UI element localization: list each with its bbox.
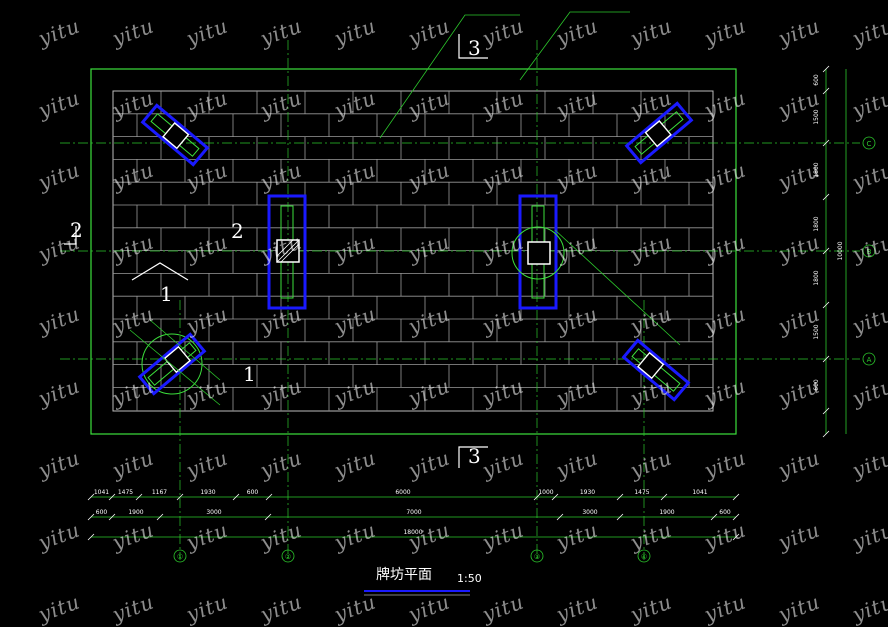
- dimension-label: 7000: [406, 509, 421, 516]
- brick-paving-pattern: [113, 91, 713, 411]
- section-mark-top: 3: [468, 36, 481, 60]
- dimension-label: 600: [247, 489, 259, 496]
- dimension-label: 1475: [118, 489, 133, 496]
- dimension-label: 1800: [813, 270, 820, 285]
- axis-label: ①: [177, 553, 183, 561]
- dimension-label: 1500: [813, 109, 820, 124]
- dimension-total: 18000: [403, 529, 422, 536]
- dimension-label: 600: [813, 379, 820, 391]
- axis-label: B: [867, 248, 872, 256]
- dimension-label: 1930: [580, 489, 595, 496]
- axis-label: ②: [285, 553, 291, 561]
- dimension-label: 1041: [94, 489, 109, 496]
- dimension-label: 1800: [813, 162, 820, 177]
- dimension-label: 1000: [538, 489, 553, 496]
- section-mark-bottom: 3: [468, 444, 481, 468]
- axis-lines: [60, 40, 860, 560]
- column-bottom-left: [137, 332, 207, 396]
- floor-plan-drawing: 1041 1475 1167 1930 600 6000 1000 1930 1475 1041 6…: [60, 11, 876, 596]
- dimension-label: 1900: [128, 509, 143, 516]
- drawing-scale: 1:50: [457, 572, 482, 585]
- leader-lines: [129, 11, 681, 406]
- dimension-label: 1930: [200, 489, 215, 496]
- axis-label: C: [867, 140, 872, 148]
- dimension-label: 600: [96, 509, 108, 516]
- axis-bubbles: ① ② ③ ④ A B C: [173, 136, 876, 563]
- dimension-label: 600: [719, 509, 731, 516]
- column-top-right: [624, 101, 694, 165]
- column-right-center: [511, 194, 565, 310]
- dimension-label: 1041: [692, 489, 707, 496]
- axis-label: ④: [641, 553, 647, 561]
- axis-label: A: [867, 356, 872, 364]
- dimension-label: 1900: [659, 509, 674, 516]
- axis-label: ③: [534, 553, 540, 561]
- dimension-ticks: [87, 65, 830, 541]
- dimension-label: 3000: [582, 509, 597, 516]
- dimension-label: 1167: [152, 489, 167, 496]
- dimension-label: 1500: [813, 324, 820, 339]
- dimension-label: 600: [813, 74, 820, 86]
- drawing-title: 牌坊平面: [376, 567, 432, 583]
- column-bottom-right: [621, 338, 691, 402]
- section-mark-mid: 2: [231, 219, 244, 243]
- dimension-total: 10000: [837, 241, 844, 260]
- platform-outline: [90, 68, 737, 435]
- section-mark-1a: 1: [160, 282, 173, 306]
- column-left-center: [267, 194, 307, 310]
- dimension-label: 3000: [206, 509, 221, 516]
- dimension-label: 1800: [813, 216, 820, 231]
- section-mark-left: 2: [70, 218, 83, 242]
- column-top-left: [140, 103, 210, 167]
- dimension-label: 1475: [634, 489, 649, 496]
- dimension-label: 6000: [395, 489, 410, 496]
- section-mark-1b: 1: [243, 362, 256, 386]
